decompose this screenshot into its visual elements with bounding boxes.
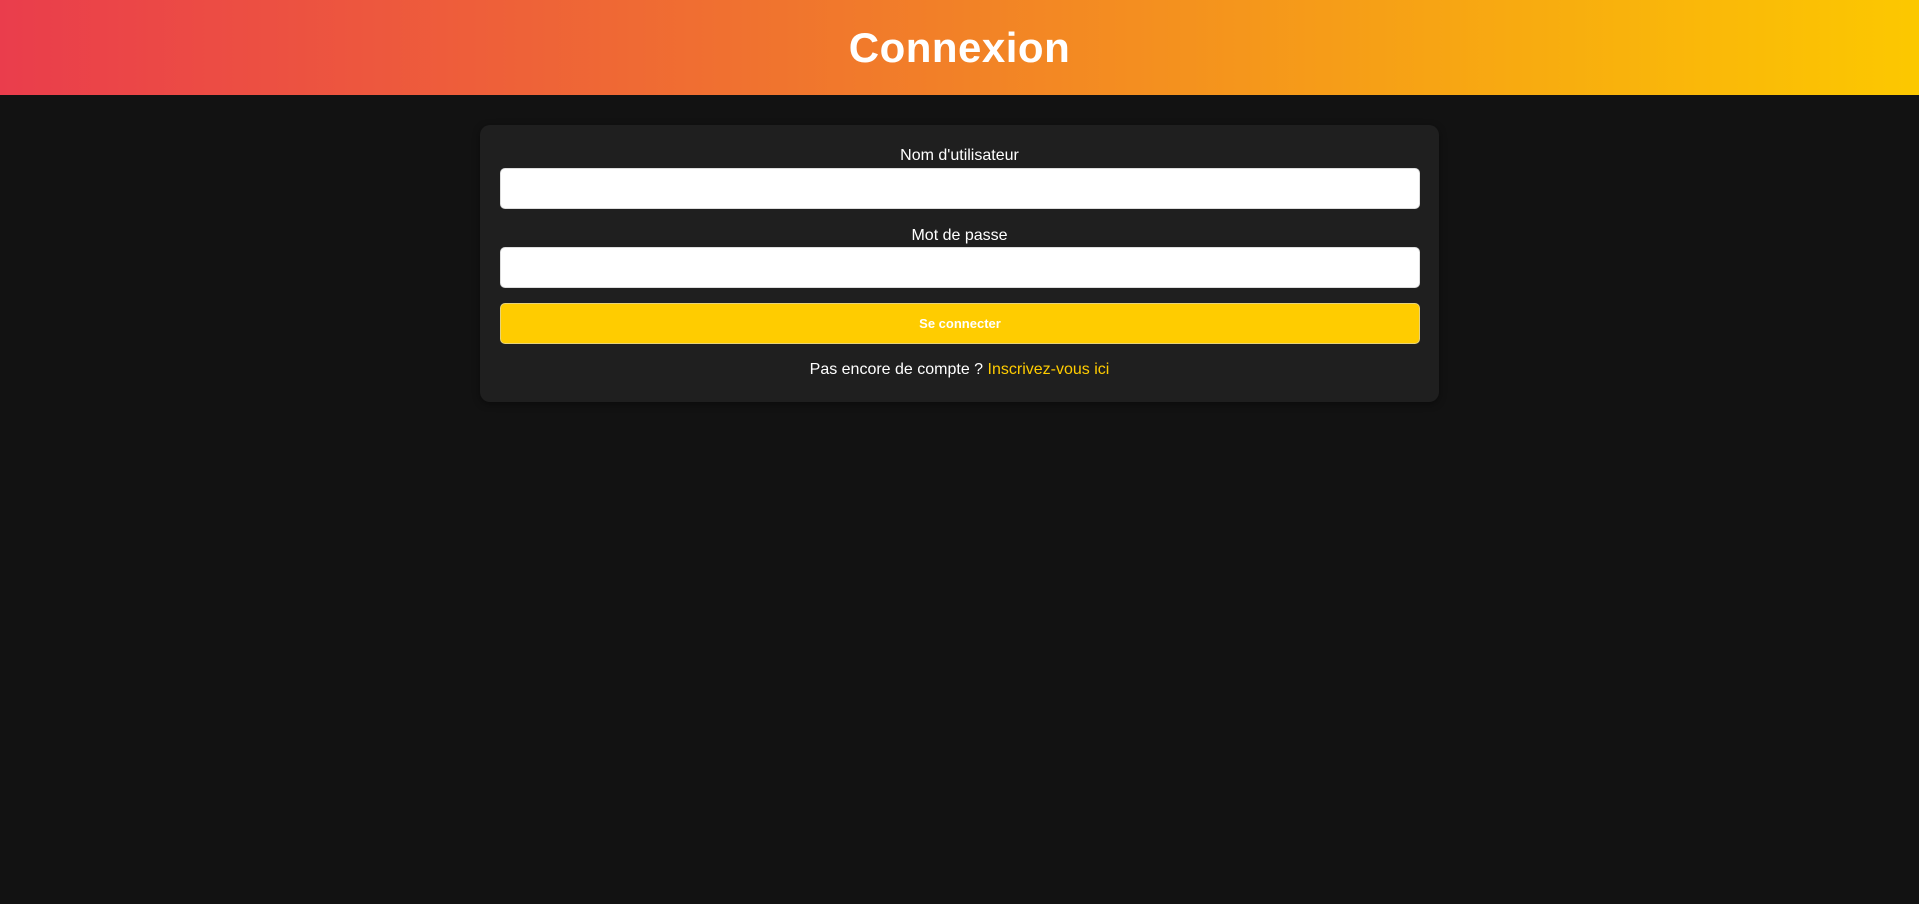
page-header: Connexion	[0, 0, 1919, 95]
signup-prompt: Pas encore de compte ? Inscrivez-vous ic…	[480, 361, 1439, 379]
signup-prompt-text: Pas encore de compte ?	[809, 361, 984, 378]
username-input[interactable]	[500, 168, 1420, 209]
page-title: Connexion	[848, 23, 1071, 71]
login-button[interactable]: Se connecter	[500, 303, 1420, 344]
login-form: Nom d'utilisateur Mot de passe Se connec…	[480, 125, 1439, 402]
password-input[interactable]	[500, 247, 1420, 288]
password-label: Mot de passe	[911, 227, 1008, 244]
signup-link[interactable]: Inscrivez-vous ici	[988, 361, 1110, 378]
